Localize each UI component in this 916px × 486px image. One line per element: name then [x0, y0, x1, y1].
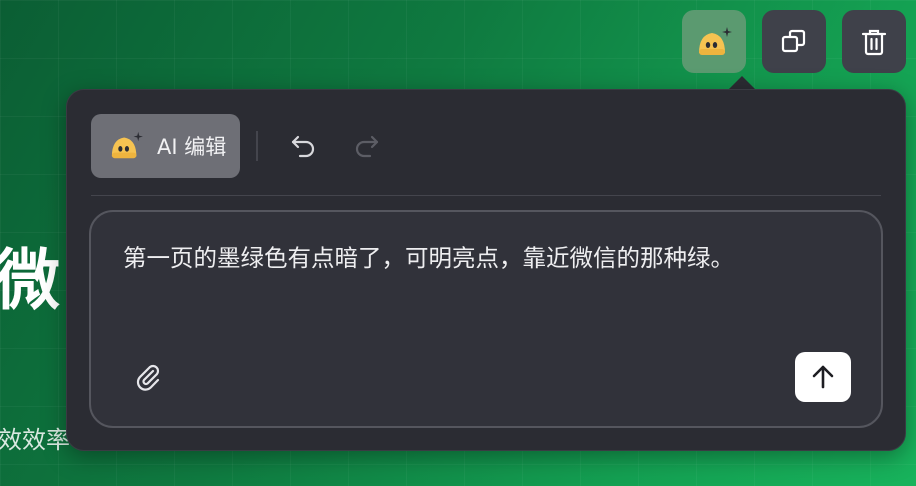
undo-button[interactable] [282, 114, 326, 178]
redo-icon [356, 135, 379, 158]
arrow-up-icon [812, 365, 834, 389]
ai-edit-button[interactable]: AI 编辑 [91, 114, 241, 178]
ai-edit-panel: AI 编辑 第一页的墨绿色有点暗了，可明亮点，靠近微信的那种绿。 [66, 89, 906, 451]
prompt-input[interactable]: 第一页的墨绿色有点暗了，可明亮点，靠近微信的那种绿。 [89, 210, 883, 428]
trash-icon [861, 29, 887, 55]
paperclip-icon [136, 364, 160, 391]
copy-button[interactable] [762, 10, 826, 73]
ai-mascot-icon [111, 131, 143, 159]
popover-caret [728, 76, 756, 90]
undo-icon [292, 135, 315, 158]
panel-header: AI 编辑 [91, 114, 881, 196]
send-button[interactable] [795, 352, 851, 402]
attach-button[interactable] [133, 362, 165, 394]
slide-subtitle: 效效率 [0, 426, 70, 454]
ai-mascot-icon [699, 26, 732, 55]
redo-button[interactable] [344, 114, 388, 178]
ai-assistant-button[interactable] [682, 10, 746, 73]
slide-title: 微 [0, 242, 60, 319]
ai-edit-label: AI 编辑 [157, 135, 227, 159]
delete-button[interactable] [842, 10, 906, 73]
copy-icon [781, 29, 806, 52]
floating-toolbar [682, 10, 906, 73]
prompt-text[interactable]: 第一页的墨绿色有点暗了，可明亮点，靠近微信的那种绿。 [123, 242, 853, 275]
header-divider [256, 131, 259, 161]
